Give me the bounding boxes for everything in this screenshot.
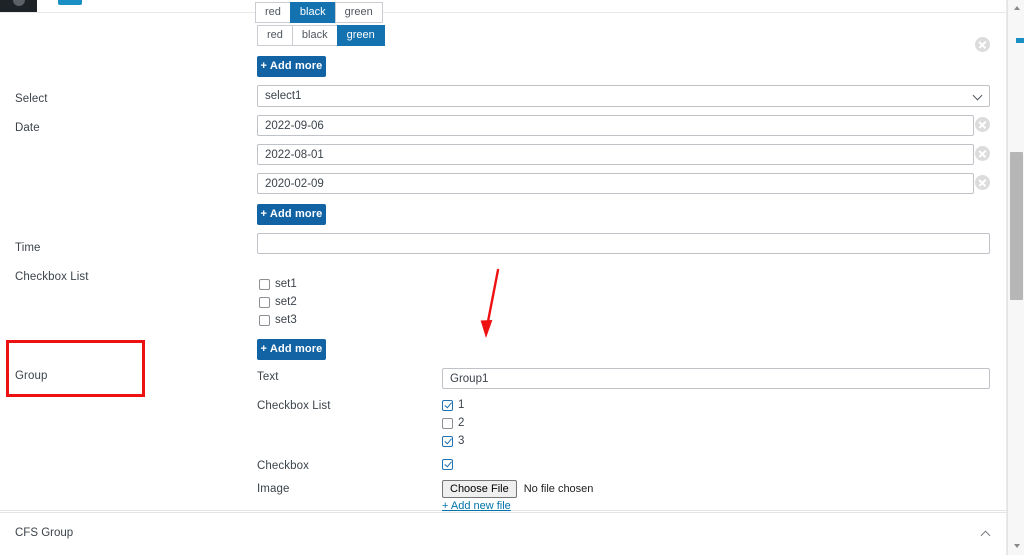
browser-tab-accent[interactable]: [58, 0, 82, 5]
checkbox-set3-label: set3: [275, 313, 297, 326]
group-checkbox-2-label: 2: [458, 416, 465, 429]
checkbox-set2-label: set2: [275, 295, 297, 308]
remove-date-1-icon[interactable]: [975, 117, 990, 132]
group-checkbox-item-2[interactable]: 2: [442, 416, 464, 430]
group-sublabel-checkbox: Checkbox: [257, 460, 309, 472]
field-label-group: Group: [15, 370, 48, 382]
custom-fields-panel: red black green red black green + Add mo…: [0, 2, 1007, 512]
field-label-checkbox-list: Checkbox List: [15, 271, 89, 283]
file-status-text: No file chosen: [523, 483, 594, 495]
select-field[interactable]: select1: [257, 85, 990, 107]
color-button-group-row1[interactable]: red black green: [255, 2, 383, 23]
group-single-checkbox[interactable]: [442, 458, 453, 470]
group-checkbox-2[interactable]: [442, 417, 453, 429]
wordpress-logo-icon: [13, 0, 25, 6]
group-single-checkbox-row[interactable]: [442, 457, 453, 471]
checkbox-set1[interactable]: [259, 278, 270, 290]
remove-date-3-icon[interactable]: [975, 175, 990, 190]
field-label-select: Select: [15, 93, 48, 105]
select-field-wrapper[interactable]: select1: [257, 85, 990, 107]
group-checkbox-item-1[interactable]: 1: [442, 398, 464, 412]
color-option-green-row1[interactable]: green: [334, 2, 383, 23]
edge-accent-mark: [1016, 38, 1024, 43]
field-label-time: Time: [15, 242, 41, 254]
group-checkbox-3-label: 3: [458, 434, 465, 447]
group-checkbox-item-3[interactable]: 3: [442, 434, 464, 448]
remove-row1-icon[interactable]: [975, 37, 990, 52]
color-option-green-row2[interactable]: green: [336, 25, 385, 46]
color-option-red-row1[interactable]: red: [255, 2, 290, 23]
scrollbar-thumb[interactable]: [1010, 152, 1023, 300]
date-input-2[interactable]: [257, 144, 974, 165]
color-option-black-row1[interactable]: black: [289, 2, 335, 23]
scroll-up-arrow-icon[interactable]: [1008, 0, 1024, 17]
group-checkbox-3[interactable]: [442, 435, 453, 447]
group-sublabel-image: Image: [257, 483, 290, 495]
group-sublabel-text: Text: [257, 371, 279, 383]
color-option-black-row2[interactable]: black: [291, 25, 337, 46]
checkbox-set2[interactable]: [259, 296, 270, 308]
color-option-red-row2[interactable]: red: [257, 25, 292, 46]
checkbox-list-item-set1[interactable]: set1: [259, 277, 297, 291]
vertical-scrollbar[interactable]: [1007, 0, 1024, 555]
checkbox-set1-label: set1: [275, 277, 297, 290]
field-label-date: Date: [15, 122, 40, 134]
cfs-group-title: CFS Group: [15, 527, 74, 539]
add-more-checkbox-button[interactable]: + Add more: [257, 339, 326, 360]
scroll-down-arrow-icon[interactable]: [1008, 538, 1024, 555]
color-button-group-row2[interactable]: red black green: [257, 25, 385, 46]
checkbox-set3[interactable]: [259, 314, 270, 326]
remove-date-2-icon[interactable]: [975, 146, 990, 161]
group-checkbox-1-label: 1: [458, 398, 465, 411]
chevron-up-icon[interactable]: [979, 527, 993, 541]
image-file-input[interactable]: Choose File No file chosen: [442, 480, 593, 498]
cfs-group-metabox: CFS Group: [0, 512, 1007, 555]
group-checkbox-1[interactable]: [442, 399, 453, 411]
time-input[interactable]: [257, 233, 990, 254]
group-text-input[interactable]: [442, 368, 990, 389]
checkbox-list-item-set2[interactable]: set2: [259, 295, 297, 309]
date-input-1[interactable]: [257, 115, 974, 136]
add-new-file-link[interactable]: + Add new file: [442, 500, 511, 512]
add-more-color-button[interactable]: + Add more: [257, 56, 326, 77]
group-sublabel-checkbox-list: Checkbox List: [257, 400, 331, 412]
choose-file-button[interactable]: Choose File: [442, 480, 517, 498]
date-input-3[interactable]: [257, 173, 974, 194]
checkbox-list-item-set3[interactable]: set3: [259, 313, 297, 327]
add-more-date-button[interactable]: + Add more: [257, 204, 326, 225]
screen-root: red black green red black green + Add mo…: [0, 0, 1024, 555]
wp-admin-bar-stub[interactable]: [0, 0, 37, 12]
